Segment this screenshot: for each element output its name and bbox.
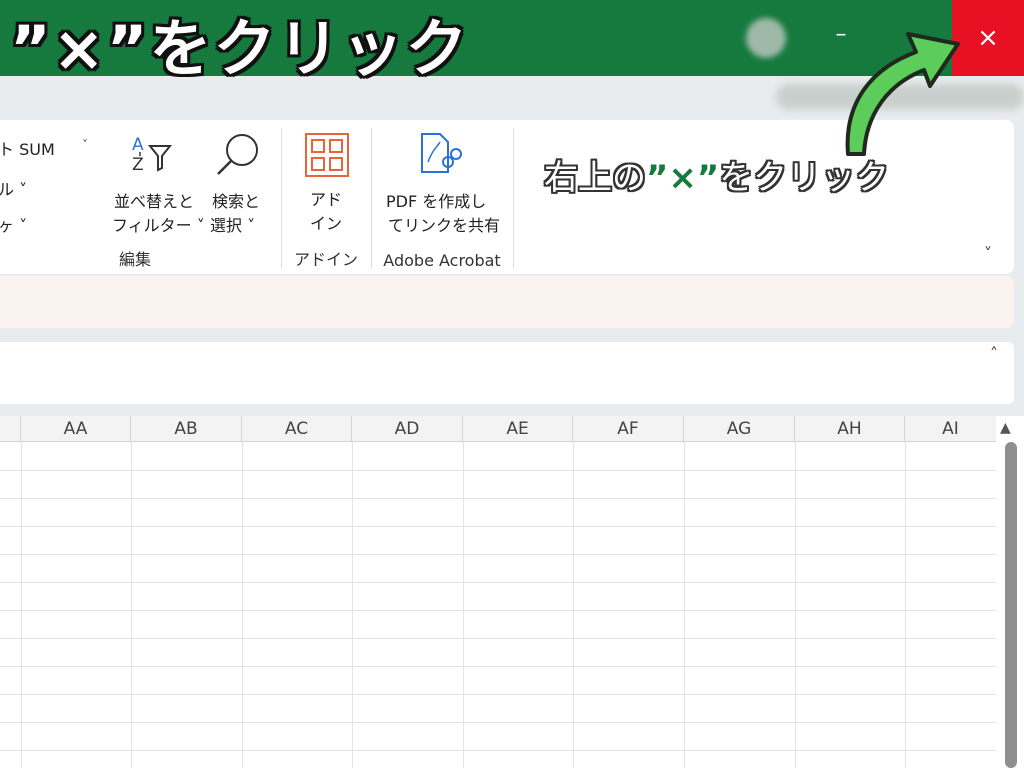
svg-text:A: A: [132, 135, 144, 155]
grid-column-line: [242, 442, 243, 768]
annotation-mark: ”×”: [646, 158, 720, 198]
fill-button[interactable]: ル ˅: [0, 176, 27, 200]
grid-row-line: [0, 498, 996, 499]
grid-row-line: [0, 722, 996, 723]
ribbon-expand-chevron[interactable]: ˅: [984, 244, 992, 263]
instruction-banner: ”×”をクリック: [10, 12, 470, 85]
svg-text:Z: Z: [132, 155, 144, 174]
pdf-line2[interactable]: てリンクを共有: [388, 212, 500, 236]
message-bar: [0, 276, 1014, 328]
column-header-ah[interactable]: AH: [795, 416, 905, 442]
pdf-link-icon: [421, 133, 462, 173]
autosum-chevron[interactable]: ˅: [82, 138, 88, 152]
sort-filter-line2[interactable]: フィルター ˅: [112, 212, 205, 236]
scroll-up-arrow[interactable]: ▲: [1000, 420, 1011, 436]
addin-line2[interactable]: イン: [310, 210, 342, 234]
column-header-ad[interactable]: AD: [352, 416, 463, 442]
column-header-ab[interactable]: AB: [131, 416, 242, 442]
account-avatar[interactable]: [746, 18, 786, 58]
grid-row-line: [0, 554, 996, 555]
grid-row-line: [0, 610, 996, 611]
autosum-button[interactable]: ト SUM: [0, 136, 55, 160]
clear-button[interactable]: ヶ ˅: [0, 212, 27, 236]
find-select-line1[interactable]: 検索と: [212, 188, 260, 212]
sort-filter-icon: A Z: [132, 135, 173, 174]
column-header-ai[interactable]: AI: [905, 416, 996, 442]
column-header-ae[interactable]: AE: [463, 416, 573, 442]
pdf-line1[interactable]: PDF を作成し: [386, 188, 486, 212]
column-header-ac[interactable]: AC: [242, 416, 352, 442]
scroll-thumb[interactable]: [1005, 442, 1017, 768]
addin-group-label: アドイン: [293, 250, 358, 269]
acrobat-group: PDF を作成し てリンクを共有 Adobe Acrobat: [372, 120, 512, 274]
grid-column-line: [21, 442, 22, 768]
grid-column-line: [795, 442, 796, 768]
grid-column-line: [573, 442, 574, 768]
grid-row-line: [0, 526, 996, 527]
grid-row-line: [0, 582, 996, 583]
addin-group: アド イン アドイン: [282, 120, 370, 274]
grid-row-line: [0, 666, 996, 667]
spreadsheet-grid[interactable]: AA AB AC AD AE AF AG AH AI: [0, 416, 996, 768]
grid-column-line: [131, 442, 132, 768]
editing-group: ト SUM ˅ ル ˅ ヶ ˅ A Z 並べ替えと フィルター ˅ 検索と 選択…: [0, 120, 280, 274]
column-header-partial[interactable]: [0, 416, 21, 442]
grid-row-line: [0, 750, 996, 751]
grid-column-line: [684, 442, 685, 768]
column-header-af[interactable]: AF: [573, 416, 684, 442]
sort-filter-line1[interactable]: 並べ替えと: [114, 188, 194, 212]
pointer-arrow-icon: [845, 32, 960, 156]
search-icon: [217, 134, 258, 175]
formula-collapse-chevron[interactable]: ˄: [990, 344, 998, 363]
column-header-ag[interactable]: AG: [684, 416, 795, 442]
find-select-line2[interactable]: 選択 ˅: [210, 212, 255, 236]
annotation-prefix: 右上の: [544, 158, 646, 198]
grid-row-line: [0, 694, 996, 695]
addin-line1[interactable]: アド: [310, 186, 342, 210]
grid-column-line: [905, 442, 906, 768]
excel-window: ”×”をクリック – × ト SUM ˅ ル ˅ ヶ ˅ A Z 並べ替えと フ…: [0, 0, 1024, 768]
column-header-aa[interactable]: AA: [21, 416, 131, 442]
grid-row-line: [0, 638, 996, 639]
addin-icon: [305, 133, 349, 177]
acrobat-group-label: Adobe Acrobat: [383, 251, 501, 270]
grid-column-line: [463, 442, 464, 768]
column-header-row: AA AB AC AD AE AF AG AH AI: [0, 416, 996, 442]
formula-bar[interactable]: [0, 342, 1014, 404]
editing-group-label: 編集: [118, 250, 151, 269]
grid-column-line: [352, 442, 353, 768]
annotation-suffix: をクリック: [719, 158, 890, 198]
grid-row-line: [0, 470, 996, 471]
ribbon-separator: [513, 128, 514, 268]
